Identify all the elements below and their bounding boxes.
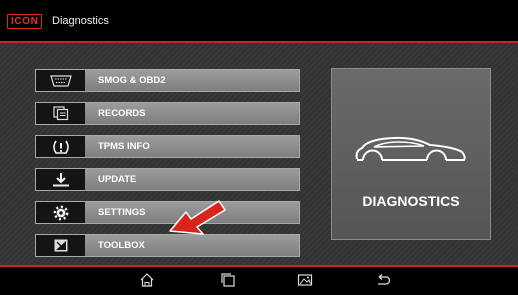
system-nav-bar <box>0 267 518 295</box>
brand-logo: ICON <box>7 14 43 29</box>
menu-item-records[interactable]: RECORDS <box>35 102 300 125</box>
menu-item-tpms-info[interactable]: TPMS INFO <box>35 135 300 158</box>
diagnostics-tile[interactable]: DIAGNOSTICS <box>331 68 491 240</box>
title-bar: ICON Diagnostics <box>0 0 518 41</box>
screenshot-icon[interactable] <box>297 272 313 288</box>
menu-item-label: SETTINGS <box>98 207 146 218</box>
car-outline-icon <box>354 131 468 172</box>
home-icon[interactable] <box>139 272 155 288</box>
menu-item-label: UPDATE <box>98 174 137 185</box>
page-title: Diagnostics <box>52 15 109 27</box>
pointer-arrow <box>169 200 226 235</box>
records-icon <box>36 103 85 124</box>
recent-apps-icon[interactable] <box>220 272 236 288</box>
menu-item-toolbox[interactable]: TOOLBOX <box>35 234 300 257</box>
menu-item-label: SMOG & OBD2 <box>98 75 166 86</box>
diagnostics-label: DIAGNOSTICS <box>362 193 460 209</box>
menu-item-label: TPMS INFO <box>98 141 150 152</box>
menu-item-label: RECORDS <box>98 108 146 119</box>
app-screen: ICON Diagnostics SMOG & OBD2 RECORDS TPM… <box>0 0 518 295</box>
tpms-icon <box>36 136 85 157</box>
toolbox-icon <box>36 235 85 256</box>
menu-list: SMOG & OBD2 RECORDS TPMS INFO UPDATE SET… <box>35 69 300 265</box>
download-icon <box>36 169 85 190</box>
gear-icon <box>36 202 85 223</box>
menu-item-update[interactable]: UPDATE <box>35 168 300 191</box>
obd-connector-icon <box>36 70 85 91</box>
back-icon[interactable] <box>375 272 391 288</box>
menu-item-label: TOOLBOX <box>98 240 145 251</box>
main-panel: SMOG & OBD2 RECORDS TPMS INFO UPDATE SET… <box>0 43 518 265</box>
menu-item-smog-obd2[interactable]: SMOG & OBD2 <box>35 69 300 92</box>
